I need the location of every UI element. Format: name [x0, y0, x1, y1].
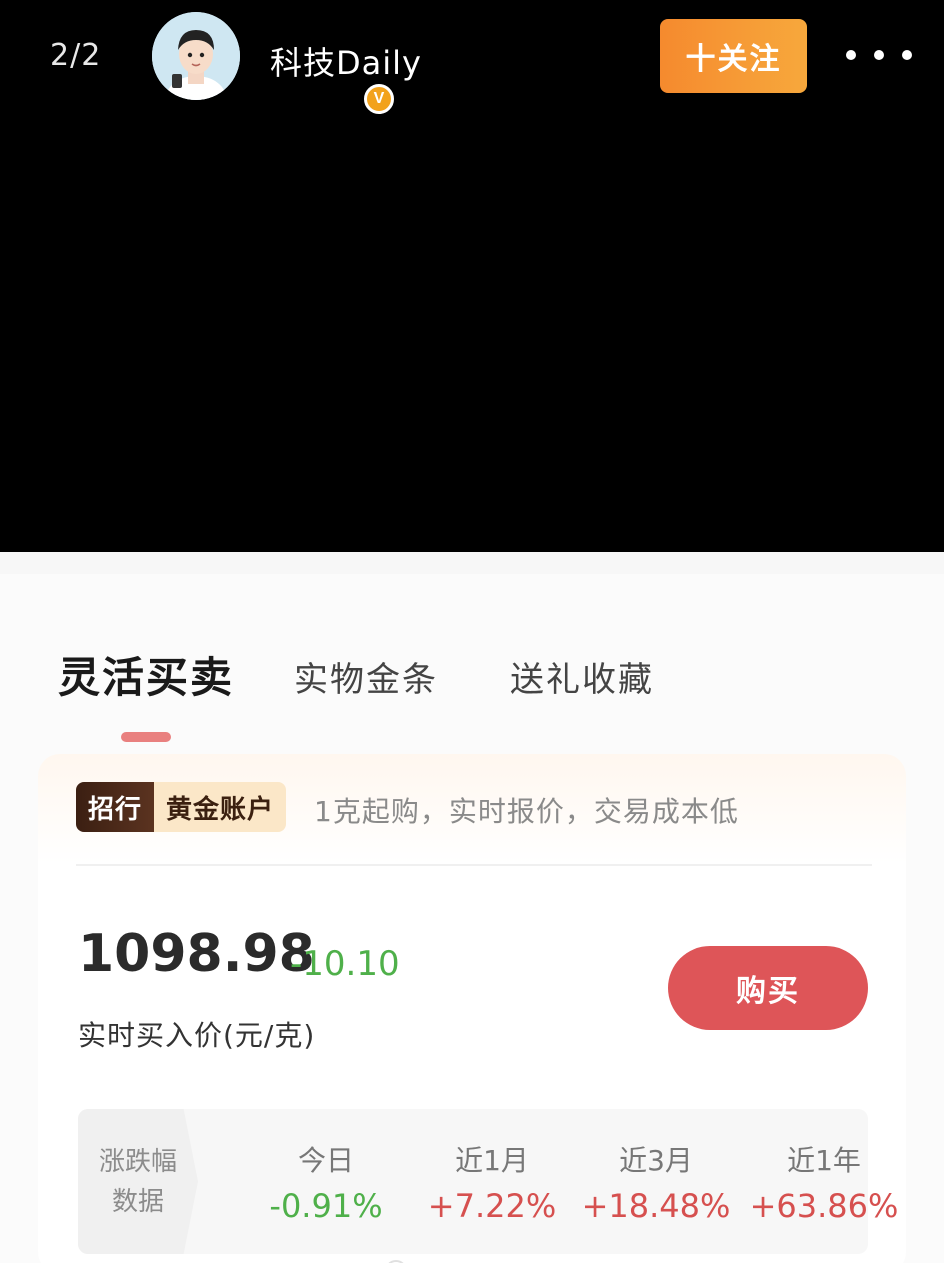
top-bar: 2/2 V 科技Daily 十关注 [0, 0, 944, 114]
verified-badge: V [364, 84, 394, 114]
divider [76, 864, 872, 866]
stat-name: 今日 [297, 1144, 354, 1177]
username[interactable]: 科技Daily [270, 38, 422, 84]
stat-1-month: 近1月 +7.22% [412, 1139, 572, 1225]
account-badge: 招行 黄金账户 [76, 782, 287, 832]
stat-value: +7.22% [427, 1187, 557, 1225]
buy-button[interactable]: 购买 [668, 946, 868, 1030]
stats-label-line2: 数据 [111, 1186, 164, 1217]
avatar[interactable]: V [152, 12, 394, 114]
dot-icon [874, 50, 884, 60]
stat-value: +18.48% [581, 1187, 731, 1225]
stat-name: 近1月 [455, 1144, 529, 1177]
tab-gift-collection[interactable]: 送礼收藏 [510, 652, 654, 701]
gold-account-card: 招行 黄金账户 1克起购，实时报价，交易成本低 1098.98 -10.10 实… [38, 754, 906, 1263]
stat-value: -0.91% [269, 1187, 383, 1225]
stats-label-line1: 涨跌幅 [98, 1146, 177, 1177]
content-panel: 灵活买卖 实物金条 送礼收藏 招行 黄金账户 1克起购，实时报价，交易成本低 1… [0, 574, 944, 1263]
follow-button[interactable]: 十关注 [660, 19, 807, 93]
stat-name: 近3月 [619, 1144, 693, 1177]
price-change: -10.10 [290, 944, 400, 984]
screen: 2/2 V 科技Daily 十关注 灵活买卖 实物金条 送礼收藏 招行 黄金账户… [0, 0, 944, 1263]
price-label: 实时买入价(元/克) [78, 1019, 316, 1052]
stat-name: 近1年 [787, 1144, 861, 1177]
stat-value: +63.86% [749, 1187, 899, 1225]
active-tab-indicator [121, 732, 171, 742]
change-stats: 涨跌幅 数据 今日 -0.91% 近1月 +7.22% 近3月 +18.48% [78, 1109, 898, 1254]
stat-3-months: 近3月 +18.48% [576, 1139, 736, 1225]
dot-icon [902, 50, 912, 60]
page-indicator: 2/2 [50, 38, 102, 73]
more-options-icon[interactable] [846, 40, 912, 70]
account-description: 1克起购，实时报价，交易成本低 [314, 795, 739, 828]
dot-icon [846, 50, 856, 60]
tab-flexible-trading[interactable]: 灵活买卖 [58, 644, 234, 705]
stat-1-year: 近1年 +63.86% [744, 1139, 904, 1225]
stats-label: 涨跌幅 数据 [78, 1109, 198, 1254]
stat-today: 今日 -0.91% [246, 1139, 406, 1225]
gold-account-badge: 黄金账户 [154, 782, 287, 832]
content-area: 灵活买卖 实物金条 送礼收藏 招行 黄金账户 1克起购，实时报价，交易成本低 1… [0, 552, 944, 1263]
avatar-image [152, 12, 240, 100]
bank-badge: 招行 [76, 782, 155, 832]
watermark [385, 1258, 560, 1263]
tab-physical-gold-bars[interactable]: 实物金条 [294, 652, 438, 701]
tab-bar: 灵活买卖 实物金条 送礼收藏 [0, 614, 944, 742]
realtime-price: 1098.98 [78, 924, 315, 984]
